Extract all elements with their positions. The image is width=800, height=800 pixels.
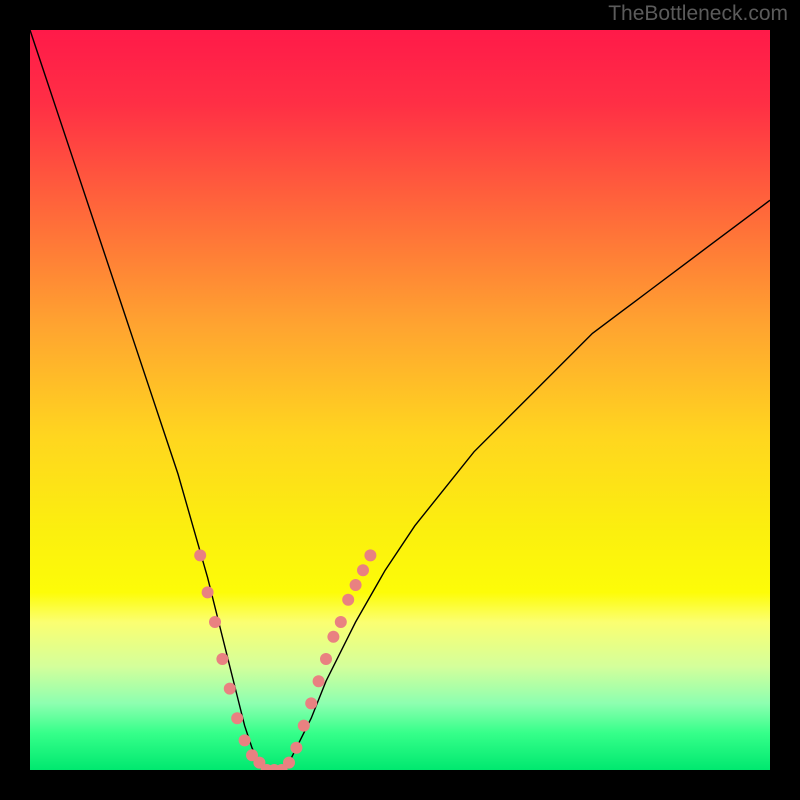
data-point bbox=[305, 697, 317, 709]
data-point bbox=[313, 675, 325, 687]
chart-frame: TheBottleneck.com bbox=[0, 0, 800, 800]
data-point bbox=[194, 549, 206, 561]
data-point bbox=[327, 631, 339, 643]
data-point bbox=[357, 564, 369, 576]
data-point bbox=[350, 579, 362, 591]
gradient-background bbox=[30, 30, 770, 770]
data-point bbox=[290, 742, 302, 754]
data-point bbox=[298, 720, 310, 732]
data-point bbox=[231, 712, 243, 724]
data-point bbox=[342, 594, 354, 606]
data-point bbox=[283, 757, 295, 769]
watermark-text: TheBottleneck.com bbox=[608, 2, 788, 26]
data-point bbox=[320, 653, 332, 665]
data-point bbox=[216, 653, 228, 665]
data-point bbox=[335, 616, 347, 628]
bottleneck-chart bbox=[30, 30, 770, 770]
data-point bbox=[364, 549, 376, 561]
data-point bbox=[239, 734, 251, 746]
plot-area bbox=[30, 30, 770, 770]
data-point bbox=[224, 683, 236, 695]
data-point bbox=[202, 586, 214, 598]
data-point bbox=[209, 616, 221, 628]
